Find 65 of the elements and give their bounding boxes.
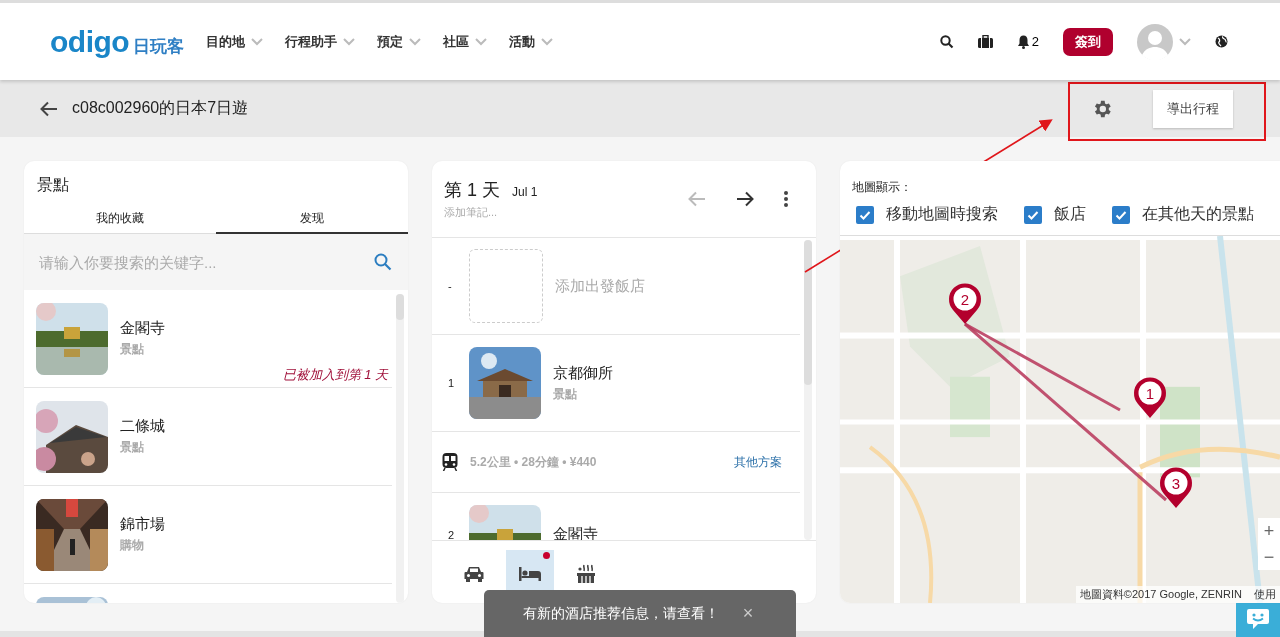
attraction-category: 購物: [120, 537, 145, 554]
day-title: 第 1 天: [444, 179, 500, 202]
map-attribution: 地圖資料©2017 Google, ZENRIN: [1079, 587, 1242, 602]
panel-title: 景點: [36, 175, 70, 195]
attraction-name: 二條城: [120, 417, 165, 436]
checkbox[interactable]: [856, 205, 874, 224]
stop-number: 2: [448, 529, 456, 540]
nav-menu[interactable]: 預定: [371, 28, 428, 55]
chevron-icon: [343, 37, 356, 46]
bed-icon: [519, 567, 541, 581]
stop-marker: -: [448, 280, 453, 292]
close-button[interactable]: ×: [738, 603, 758, 624]
chat-icon: [1246, 607, 1270, 630]
day-date: Jul 1: [512, 185, 538, 199]
next-arrow-icon[interactable]: [736, 191, 754, 207]
attraction-name: 錦市場: [120, 515, 165, 534]
transit-summary: 5.2公里 • 28分鐘 • ¥440: [470, 453, 598, 471]
more-icon[interactable]: [784, 191, 788, 207]
map-pin[interactable]: 3: [1160, 467, 1192, 508]
scrollbar[interactable]: [804, 240, 812, 540]
attraction-name: 金閣寺: [120, 319, 165, 338]
stop-category: 景點: [553, 385, 578, 403]
globe-icon[interactable]: [1215, 35, 1228, 48]
attraction-item[interactable]: 錦市場 購物: [24, 486, 392, 584]
notification-count: 2: [1031, 34, 1039, 49]
terms-link[interactable]: 使用: [1254, 587, 1276, 602]
search-bar[interactable]: 请输入你要搜索的关键字...: [24, 234, 408, 290]
nav-menu[interactable]: 行程助手: [279, 28, 362, 55]
map-pin[interactable]: 2: [949, 283, 981, 324]
attraction-category: 景點: [120, 439, 145, 456]
checkbox[interactable]: [1024, 205, 1042, 224]
nav-menu[interactable]: 活動: [503, 28, 560, 55]
stop-number: 1: [448, 377, 456, 389]
chevron-icon: [541, 37, 554, 46]
scrollbar[interactable]: [396, 294, 404, 603]
attraction-category: 景點: [120, 341, 145, 358]
toast-text: 有新的酒店推荐信息，请查看！: [522, 604, 719, 623]
suitcase-icon[interactable]: [977, 35, 993, 48]
stop-item[interactable]: 1 京都御所 景點: [432, 335, 800, 432]
hot-spring-icon: [576, 564, 596, 584]
chevron-icon: [475, 37, 488, 46]
search-field[interactable]: 请输入你要搜索的关键字...: [37, 252, 374, 272]
attraction-item[interactable]: 二條城 景點: [24, 388, 392, 486]
search-icon[interactable]: [939, 34, 954, 49]
tab[interactable]: 我的收藏: [24, 204, 216, 234]
notifications-button[interactable]: 2: [1016, 34, 1039, 49]
map-label: 地圖顯示：: [851, 179, 913, 196]
export-button[interactable]: 導出行程: [1153, 89, 1233, 128]
logo[interactable]: odigo 日玩客: [50, 24, 185, 59]
train-icon: [442, 453, 458, 471]
added-note: 已被加入到第 1 天: [282, 366, 388, 384]
nav-menu[interactable]: 社區: [437, 28, 494, 55]
nav-menu[interactable]: 目的地: [200, 28, 270, 55]
chevron-icon: [251, 37, 264, 46]
bell-icon: [1016, 34, 1030, 49]
attraction-item[interactable]: 金閣寺 景點 已被加入到第 1 天: [24, 290, 392, 388]
map-pin[interactable]: 1: [1134, 377, 1166, 418]
stop-name: 京都御所: [553, 363, 613, 383]
car-icon: [464, 566, 484, 582]
chevron-icon: [409, 37, 422, 46]
trip-title: c08c002960的日本7日遊: [72, 98, 249, 118]
signin-button[interactable]: 簽到: [1063, 27, 1113, 56]
other-routes-link[interactable]: 其他方案: [734, 453, 782, 471]
back-arrow-icon[interactable]: [40, 100, 58, 117]
checkbox[interactable]: [1112, 205, 1130, 224]
